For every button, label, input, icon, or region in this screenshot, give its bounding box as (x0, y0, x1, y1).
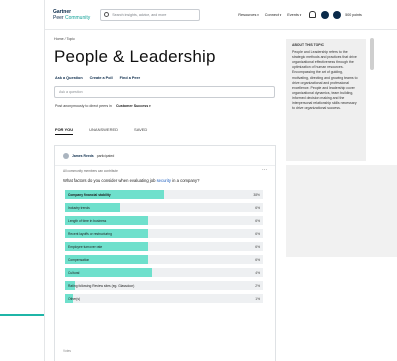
points-badge[interactable]: 500 points (345, 13, 362, 17)
author-avatar[interactable] (63, 153, 69, 159)
poll-results: Company financial stability 38% Industry t… (65, 190, 263, 307)
poll-option-percent: 38% (253, 192, 260, 197)
poll-option[interactable]: Industry trends 6% (65, 203, 263, 212)
avatar[interactable] (333, 10, 342, 19)
poll-option-percent: 6% (255, 244, 260, 249)
poll-card: James Reeds participated All community m… (54, 145, 276, 361)
poll-option[interactable]: Recent layoffs or restructuring 6% (65, 229, 263, 238)
tab-saved[interactable]: SAVED (134, 127, 147, 135)
votes-label: Votes (63, 349, 71, 353)
poll-option-label: Employee turnover rate (68, 244, 103, 249)
poll-option-percent: 4% (255, 270, 260, 275)
app-window: Gartner Peer Community Search insights, … (44, 0, 397, 361)
poll-option[interactable]: Company financial stability 38% (65, 190, 263, 199)
poll-option-percent: 2% (255, 283, 260, 288)
logo-peer: Peer (53, 14, 65, 21)
find-peer-link[interactable]: Find a Peer (120, 76, 140, 80)
poll-option-label: Other(s) (68, 296, 81, 301)
tab-unanswered[interactable]: UNANSWERED (89, 127, 118, 135)
more-options-icon[interactable]: ··· (262, 167, 267, 173)
poll-option[interactable]: Length of time in business 6% (65, 216, 263, 225)
search-input[interactable]: Search insights, advice, and more (100, 8, 201, 21)
question-text-end: in a company? (171, 178, 200, 183)
nav-events[interactable]: Events (287, 13, 301, 17)
nav-resources[interactable]: Resources (238, 13, 259, 17)
poll-option-label: Compensation (68, 257, 90, 262)
top-navigation-bar: Gartner Peer Community Search insights, … (45, 0, 397, 30)
poll-option-label: Rating following Review sites (eg. Glass… (68, 283, 135, 288)
poll-option[interactable]: Cultural 4% (65, 268, 263, 277)
post-audience-text: Post anonymously to direct peers in (55, 104, 112, 108)
about-text: People and Leadership refers to the stra… (292, 50, 358, 111)
nav-connect[interactable]: Connect (265, 13, 282, 17)
question-text: What factors do you consider when evalua… (63, 178, 157, 183)
question-keyword-link[interactable]: security (157, 178, 171, 183)
author-row: James Reeds participated (63, 153, 114, 159)
feed-tabs: FOR YOU UNANSWERED SAVED (55, 127, 147, 135)
poll-option-percent: 1% (255, 296, 260, 301)
poll-option-percent: 6% (255, 231, 260, 236)
poll-option-percent: 6% (255, 257, 260, 262)
tab-for-you[interactable]: FOR YOU (55, 127, 74, 135)
members-note: All community members can contribute (63, 169, 118, 173)
poll-option[interactable]: Compensation 6% (65, 255, 263, 264)
gartner-logo[interactable]: Gartner Peer Community (53, 9, 90, 21)
audience-dropdown[interactable]: Customer Success (116, 104, 151, 108)
poll-option[interactable]: Other(s) 1% (65, 294, 263, 303)
poll-option-label: Length of time in business (68, 218, 107, 223)
sidebar-panel (286, 165, 397, 257)
create-poll-link[interactable]: Create a Poll (90, 76, 113, 80)
author-action: participated (96, 154, 115, 158)
bell-icon[interactable] (309, 11, 317, 18)
messages-icon[interactable] (321, 10, 330, 19)
author-name[interactable]: James Reeds (72, 154, 94, 158)
poll-option-label: Recent layoffs or restructuring (68, 231, 112, 236)
poll-question[interactable]: What factors do you consider when evalua… (63, 178, 199, 183)
logo-community: Community (64, 14, 91, 21)
search-placeholder: Search insights, advice, and more (112, 12, 167, 17)
scrollbar[interactable] (370, 38, 374, 70)
post-audience-row: Post anonymously to direct peers in Cust… (55, 104, 151, 108)
poll-option-label: Company financial stability (68, 192, 111, 197)
ask-question-link[interactable]: Ask a Question (55, 76, 83, 80)
poll-option[interactable]: Employee turnover rate 6% (65, 242, 263, 251)
logo-line2: Peer Community (53, 15, 90, 21)
about-topic-panel: ABOUT THIS TOPIC People and Leadership r… (286, 39, 366, 161)
poll-option-percent: 6% (255, 205, 260, 210)
about-heading: ABOUT THIS TOPIC (292, 43, 324, 47)
poll-option[interactable]: Rating following Review sites (eg. Glass… (65, 281, 263, 290)
ask-question-input[interactable]: Ask a question (54, 86, 275, 98)
poll-option-label: Cultural (68, 270, 80, 275)
nav-links: Resources Connect Events (238, 13, 301, 17)
poll-option-label: Industry trends (68, 205, 90, 210)
action-links: Ask a Question Create a Poll Find a Peer (55, 76, 140, 80)
poll-option-percent: 6% (255, 218, 260, 223)
divider (55, 165, 275, 166)
breadcrumb[interactable]: Home / Topic (54, 37, 75, 41)
page-title: People & Leadership (54, 47, 216, 66)
search-icon (104, 12, 110, 17)
